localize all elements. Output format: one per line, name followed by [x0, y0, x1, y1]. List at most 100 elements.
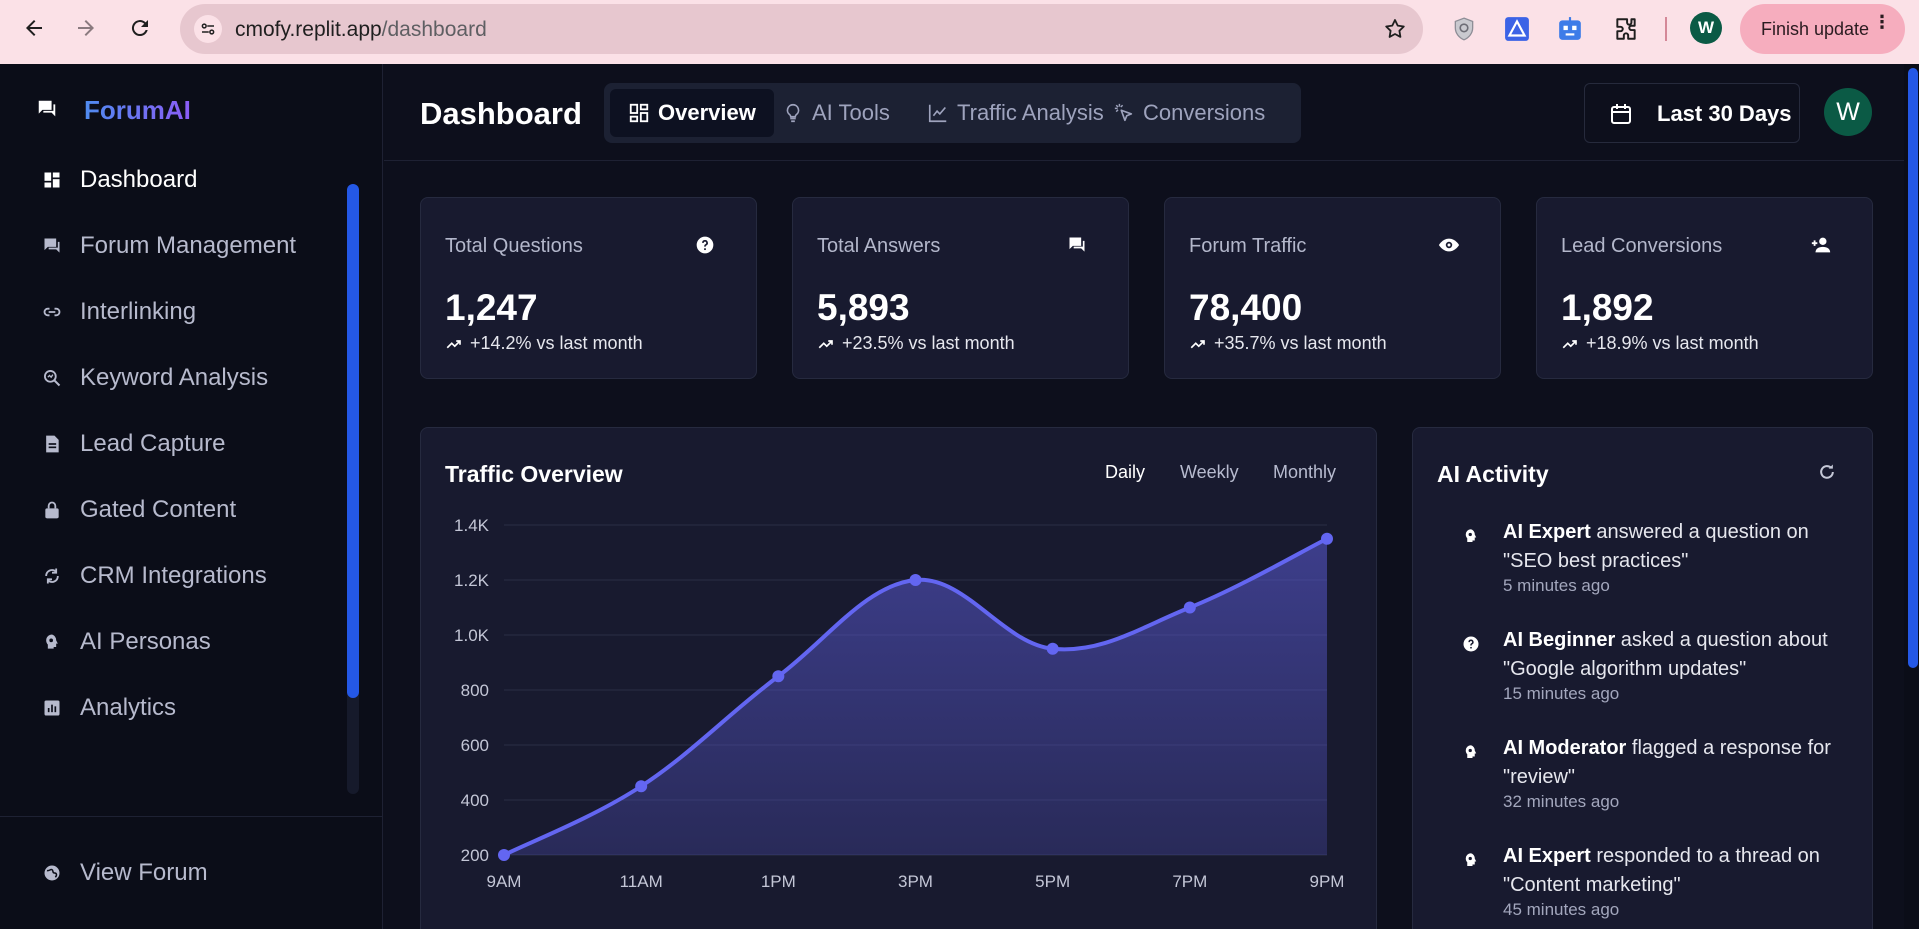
tab-conversions[interactable]: Conversions [1095, 89, 1283, 137]
sidebar-item-crm-integrations[interactable]: CRM Integrations [0, 549, 340, 603]
sidebar: ForumAI Dashboard Forum Management Inter… [0, 64, 383, 929]
tab-bar: Overview AI Tools Traffic Analysis Conve… [604, 83, 1301, 143]
sidebar-item-view-forum[interactable]: View Forum [0, 846, 340, 900]
stat-card-total-questions: Total Questions 1,247 +14.2% vs last mon… [420, 197, 757, 379]
kebab-menu-icon[interactable]: ⋮ [1873, 13, 1891, 31]
back-button[interactable] [16, 10, 52, 46]
finish-update-label: Finish update [1761, 18, 1870, 39]
sidebar-item-dashboard[interactable]: Dashboard [0, 153, 340, 207]
data-point [1183, 601, 1196, 614]
site-settings-icon[interactable] [194, 15, 222, 43]
stat-label: Total Answers [817, 235, 941, 257]
sidebar-item-label: Lead Capture [80, 430, 226, 457]
activity-time: 15 minutes ago [1503, 684, 1620, 703]
refresh-icon[interactable] [1817, 462, 1837, 482]
main-scrollbar-thumb[interactable] [1908, 68, 1918, 668]
chat-icon [1066, 234, 1088, 256]
activity-actor: AI Beginner [1503, 629, 1616, 651]
activity-text: AI Expert responded to a thread on "Cont… [1503, 842, 1863, 900]
triangle-extension-icon[interactable] [1503, 15, 1531, 43]
link-icon [40, 300, 64, 324]
stat-change: +14.2% vs last month [445, 333, 643, 354]
sidebar-item-label: CRM Integrations [80, 562, 267, 589]
browser-profile-avatar[interactable]: W [1690, 12, 1722, 44]
sidebar-item-lead-capture[interactable]: Lead Capture [0, 417, 340, 471]
reload-button[interactable] [122, 10, 158, 46]
trending-up-icon [818, 339, 833, 348]
date-range-button[interactable]: Last 30 Days [1584, 83, 1800, 143]
ai-activity-card: AI Activity AI Expert answered a questio… [1412, 427, 1873, 929]
tab-traffic-analysis[interactable]: Traffic Analysis [909, 89, 1122, 137]
stat-value: 1,247 [445, 287, 538, 328]
forum-icon [40, 234, 64, 258]
stat-label: Total Questions [445, 235, 583, 257]
tab-overview[interactable]: Overview [610, 89, 774, 137]
activity-text: AI Moderator flagged a response for "rev… [1503, 734, 1863, 792]
stat-change-text: +35.7% vs last month [1214, 333, 1387, 353]
calendar-icon [1611, 104, 1631, 124]
stat-card-forum-traffic: Forum Traffic 78,400 +35.7% vs last mont… [1164, 197, 1501, 379]
x-tick-label: 7PM [1172, 872, 1207, 891]
robot-extension-icon[interactable] [1556, 15, 1584, 43]
sidebar-scrollbar-thumb[interactable] [347, 184, 359, 698]
data-point [1321, 532, 1333, 545]
page-header: Dashboard Overview AI Tools Traffic Anal… [384, 64, 1919, 161]
stat-value: 5,893 [817, 287, 910, 328]
extensions-puzzle-icon[interactable] [1612, 15, 1640, 43]
activity-time: 45 minutes ago [1503, 900, 1620, 919]
x-tick-label: 9AM [487, 872, 522, 891]
ai-activity-title: AI Activity [1437, 461, 1549, 487]
address-bar[interactable]: cmofy.replit.app/dashboard [180, 4, 1423, 54]
y-tick-label: 1.2K [454, 571, 490, 590]
page-title: Dashboard [420, 96, 582, 131]
activity-time: 32 minutes ago [1503, 792, 1620, 811]
url-host: cmofy.replit.app [235, 18, 382, 41]
y-tick-label: 1.4K [454, 516, 490, 535]
traffic-overview-card: Traffic Overview Daily Weekly Monthly 20… [420, 427, 1377, 929]
bookmark-star-icon[interactable] [1383, 17, 1407, 41]
shield-extension-icon[interactable] [1450, 15, 1478, 43]
eye-icon [1438, 234, 1460, 256]
toolbar-divider [1665, 17, 1667, 41]
analytics-icon [40, 696, 64, 720]
persona-icon [40, 630, 64, 654]
sparkle-pointer-icon [1113, 102, 1135, 124]
url-path: /dashboard [381, 18, 487, 41]
persona-icon [1461, 850, 1481, 870]
browser-toolbar: cmofy.replit.app/dashboard W Finish upda… [0, 0, 1919, 64]
stat-change-text: +18.9% vs last month [1586, 333, 1759, 353]
finish-update-button[interactable]: Finish update ⋮ [1740, 4, 1905, 54]
forward-arrow-icon [78, 20, 94, 36]
forum-logo-icon [38, 100, 56, 117]
stat-value: 78,400 [1189, 287, 1303, 328]
data-point [498, 849, 510, 861]
stat-change-text: +14.2% vs last month [470, 333, 643, 353]
sidebar-item-label: Analytics [80, 694, 177, 721]
activity-time: 5 minutes ago [1503, 576, 1610, 595]
sync-icon [40, 564, 64, 588]
x-tick-label: 3PM [898, 872, 933, 891]
sidebar-item-ai-personas[interactable]: AI Personas [0, 615, 340, 669]
sidebar-item-forum-management[interactable]: Forum Management [0, 219, 340, 273]
brand[interactable]: ForumAI [36, 95, 191, 125]
sidebar-item-analytics[interactable]: Analytics [0, 681, 340, 735]
activity-actor: AI Expert [1503, 845, 1591, 867]
sidebar-item-gated-content[interactable]: Gated Content [0, 483, 340, 537]
forward-button[interactable] [68, 10, 104, 46]
trending-up-icon [1562, 339, 1577, 348]
user-avatar[interactable]: W [1824, 88, 1872, 136]
y-tick-label: 400 [461, 791, 489, 810]
tab-ai-tools[interactable]: AI Tools [764, 89, 908, 137]
data-point [1046, 642, 1059, 655]
stat-change: +18.9% vs last month [1561, 333, 1759, 354]
stat-change: +23.5% vs last month [817, 333, 1015, 354]
sidebar-item-keyword-analysis[interactable]: Keyword Analysis [0, 351, 340, 405]
sidebar-item-label: Interlinking [80, 298, 197, 325]
traffic-area [504, 538, 1327, 855]
persona-icon [1461, 526, 1481, 546]
dashboard-icon [40, 168, 64, 192]
grid-icon [628, 102, 650, 124]
sidebar-item-label: Dashboard [80, 166, 198, 193]
stat-change-text: +23.5% vs last month [842, 333, 1015, 353]
sidebar-item-interlinking[interactable]: Interlinking [0, 285, 340, 339]
